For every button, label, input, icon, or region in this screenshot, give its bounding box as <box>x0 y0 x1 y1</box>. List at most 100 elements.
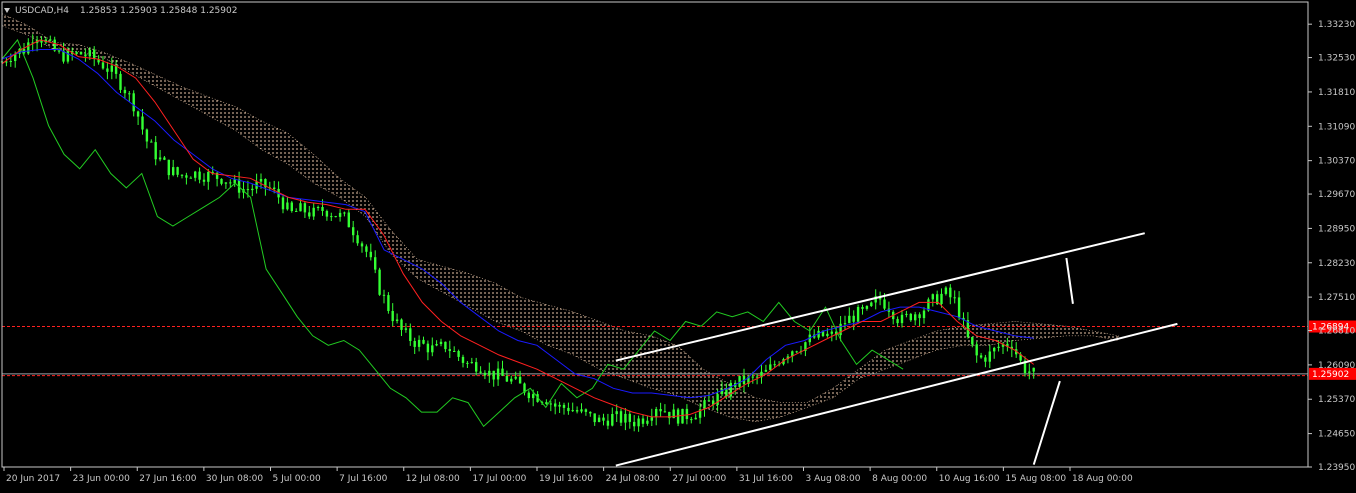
candle-body <box>119 73 122 90</box>
candle-body <box>830 331 833 334</box>
candle-body <box>545 402 548 404</box>
candle-body <box>602 417 605 421</box>
candle-body <box>286 202 289 210</box>
candle-body <box>655 409 658 418</box>
candle-body <box>123 89 127 94</box>
candle-body <box>633 421 636 427</box>
candle-body <box>27 42 30 54</box>
candle-body <box>325 211 329 217</box>
candle-body <box>347 212 350 228</box>
candle-body <box>593 413 596 423</box>
candle-body <box>589 411 592 414</box>
candle-body <box>163 157 166 160</box>
candle-body <box>365 246 368 252</box>
candle-body <box>584 409 588 412</box>
x-tick-label: 12 Jul 08:00 <box>406 474 460 484</box>
chart-area[interactable]: 1.26894 1.25902 1.33230 1.32530 1.31810 1.31… <box>0 0 1356 489</box>
candle-body <box>101 62 105 69</box>
candle-body <box>180 174 184 176</box>
candle-body <box>453 351 456 352</box>
candle-body <box>773 364 776 366</box>
candle-body <box>448 349 451 351</box>
x-tick-label: 30 Jun 08:00 <box>206 474 263 484</box>
candle-body <box>562 404 566 408</box>
candle-body <box>514 376 517 379</box>
candle-body <box>971 337 974 345</box>
candle-body <box>176 167 179 175</box>
candle-body <box>628 413 631 422</box>
candle-body <box>167 159 170 176</box>
candle-body <box>597 417 601 422</box>
candle-body <box>378 269 381 295</box>
candle-body <box>764 369 768 372</box>
candle-body <box>233 179 236 184</box>
candle-body <box>281 197 285 210</box>
candle-body <box>53 39 56 51</box>
candle-body <box>905 313 908 315</box>
candle-body <box>738 375 741 387</box>
candle-body <box>417 339 421 347</box>
x-tick-label: 15 Aug 08:00 <box>1005 474 1066 484</box>
candle-body <box>431 345 434 353</box>
candle-body <box>110 65 113 72</box>
candle-body <box>409 328 412 341</box>
candle-body <box>106 68 109 72</box>
candle-body <box>979 355 983 358</box>
candle-body <box>870 302 873 306</box>
candle-body <box>422 339 425 344</box>
candle-body <box>9 61 12 62</box>
candle-body <box>88 49 91 57</box>
y-tick-label: 1.31090 <box>1318 122 1355 132</box>
candle-body <box>953 297 956 299</box>
candle-body <box>132 93 135 112</box>
candle-body <box>795 351 798 353</box>
candle-body <box>975 344 978 356</box>
candle-body <box>57 50 61 52</box>
y-tick-label: 1.29670 <box>1318 190 1355 200</box>
candle-body <box>839 323 842 336</box>
candle-body <box>488 370 491 376</box>
candle-body <box>914 314 917 321</box>
candle-body <box>606 420 610 426</box>
candle-body <box>751 376 754 378</box>
candle-body <box>299 203 302 212</box>
price-chart[interactable]: 1.268941.25902 1.332301.325301.318101.31… <box>0 0 1356 489</box>
candle-body <box>400 319 403 330</box>
y-tick-label: 1.33230 <box>1318 20 1355 30</box>
candle-body <box>659 409 662 412</box>
candle-body <box>940 293 943 304</box>
candle-body <box>532 394 535 399</box>
candle-body <box>984 357 987 362</box>
candle-body <box>330 216 333 218</box>
candle-body <box>224 182 228 184</box>
candle-body <box>510 378 513 382</box>
candle-body <box>246 189 250 191</box>
candle-body <box>571 410 574 412</box>
candle-body <box>685 408 689 419</box>
candle-body <box>865 306 869 309</box>
candle-body <box>84 54 87 57</box>
candle-body <box>352 227 355 236</box>
candle-body <box>321 207 324 211</box>
x-tick-label: 23 Jun 00:00 <box>73 474 130 484</box>
candle-body <box>949 287 952 298</box>
candle-body <box>387 295 390 311</box>
candle-body <box>273 187 276 189</box>
candle-body <box>663 411 667 413</box>
candle-body <box>549 403 552 405</box>
candle-body <box>848 315 851 324</box>
candle-body <box>49 39 52 41</box>
x-tick-label: 24 Jul 08:00 <box>606 474 660 484</box>
candle-body <box>624 413 627 423</box>
candle-body <box>413 341 416 347</box>
y-tick-label: 1.23950 <box>1318 463 1355 473</box>
x-tick-label: 5 Jul 00:00 <box>273 474 322 484</box>
candle-body <box>259 179 263 182</box>
candle-body <box>470 362 473 364</box>
candle-body <box>1032 367 1035 372</box>
y-tick-label: 1.26810 <box>1318 327 1355 337</box>
candle-body <box>343 212 346 214</box>
candle-body <box>435 344 438 346</box>
candle-body <box>769 364 772 370</box>
symbol-label: USDCAD,H4 <box>15 6 69 16</box>
